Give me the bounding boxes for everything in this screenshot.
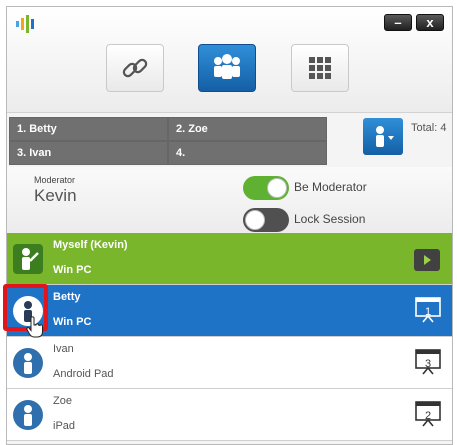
- moderator-panel: Moderator Kevin Be Moderator Lock Sessio…: [7, 167, 452, 233]
- user-dropdown-icon: [376, 125, 394, 147]
- participant-name: Myself (Kevin): [53, 239, 128, 251]
- be-moderator-toggle[interactable]: [243, 176, 289, 200]
- toolbar: – x: [7, 7, 452, 113]
- participant-device: Win PC: [53, 316, 92, 328]
- toggle-knob: [267, 178, 287, 198]
- grid-cell[interactable]: 2. Zoe: [169, 118, 326, 140]
- grid-cell[interactable]: 3. Ivan: [10, 142, 167, 164]
- participant-list: Myself (Kevin) Win PC Betty Win PC 1 Iva…: [7, 233, 452, 441]
- hand-cursor-icon: [26, 316, 43, 338]
- participant-name: Ivan: [53, 343, 74, 355]
- play-button[interactable]: [414, 249, 440, 271]
- participant-name: Betty: [53, 291, 81, 303]
- grid-icon: [309, 57, 331, 79]
- screen-number: 2: [424, 410, 432, 422]
- list-item-self[interactable]: Myself (Kevin) Win PC: [7, 233, 452, 285]
- minimize-button[interactable]: –: [384, 14, 412, 31]
- app-logo-icon: [16, 15, 34, 33]
- participant-name: Zoe: [53, 395, 72, 407]
- app-window: – x 1. Betty 2. Zoe 3. Ivan 4. Total: 4 …: [6, 6, 453, 445]
- link-icon: [122, 58, 148, 78]
- close-button[interactable]: x: [416, 14, 444, 31]
- grid-cell[interactable]: 1. Betty: [10, 118, 167, 140]
- participant-device: iPad: [53, 420, 76, 432]
- total-count: Total: 4: [411, 122, 447, 134]
- be-moderator-label: Be Moderator: [294, 180, 367, 194]
- add-user-button[interactable]: [363, 118, 403, 155]
- list-item-zoe[interactable]: Zoe iPad 2: [7, 389, 452, 441]
- screen-1-button[interactable]: 1: [414, 296, 442, 324]
- list-item-betty[interactable]: Betty Win PC 1: [7, 285, 452, 337]
- participant-grid: 1. Betty 2. Zoe 3. Ivan 4.: [9, 117, 327, 165]
- lock-session-toggle[interactable]: [243, 208, 289, 232]
- link-mode-button[interactable]: [106, 44, 164, 92]
- moderator-label: Moderator: [34, 175, 76, 185]
- play-icon: [424, 255, 431, 265]
- user-icon: [13, 348, 43, 378]
- toggle-knob: [245, 210, 265, 230]
- screen-number: 1: [424, 306, 432, 318]
- screen-2-button[interactable]: 2: [414, 400, 442, 428]
- screen-number: 3: [424, 358, 432, 370]
- grid-mode-button[interactable]: [291, 44, 349, 92]
- group-mode-button[interactable]: [198, 44, 256, 92]
- presenter-icon: [13, 244, 43, 274]
- list-item-ivan[interactable]: Ivan Android Pad 3: [7, 337, 452, 389]
- group-icon: [214, 54, 240, 79]
- screen-3-button[interactable]: 3: [414, 348, 442, 376]
- grid-cell[interactable]: 4.: [169, 142, 326, 164]
- user-icon: [13, 400, 43, 430]
- participant-device: Win PC: [53, 264, 92, 276]
- moderator-name: Kevin: [34, 186, 77, 205]
- participant-device: Android Pad: [53, 368, 114, 380]
- lock-session-label: Lock Session: [294, 212, 366, 226]
